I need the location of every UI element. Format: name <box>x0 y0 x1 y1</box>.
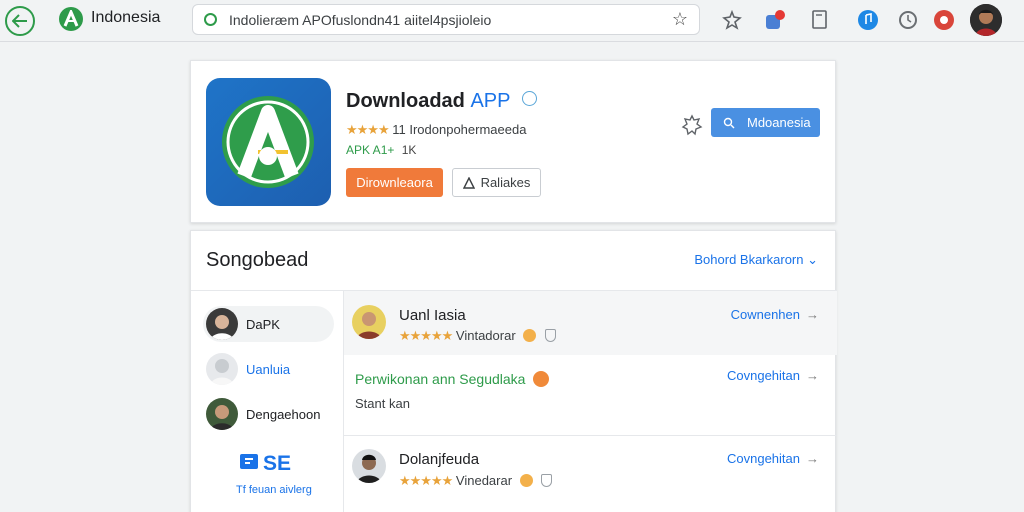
apk-label: APK A1+ <box>346 143 395 157</box>
rating-stars: ★★★★ <box>346 122 390 137</box>
action-label: Cownenhen <box>730 307 800 322</box>
review-title: Perwikonan ann Segudlaka <box>355 371 550 387</box>
related-button[interactable]: Raliakes <box>452 168 541 197</box>
app-logo[interactable] <box>59 7 83 31</box>
shield-icon <box>541 474 553 487</box>
music-icon[interactable] <box>857 9 879 31</box>
user-avatar <box>206 353 238 385</box>
chat-icon <box>240 454 258 469</box>
app-title-main: Downloadad <box>346 90 465 112</box>
reviewer-name: Uanl Iasia <box>399 307 466 324</box>
verified-icon <box>522 91 538 106</box>
reviewer-avatar <box>352 305 386 339</box>
app-rating: ★★★★ 11 Irodonpohermaeeda <box>346 122 526 138</box>
region-search-button[interactable]: Mdoanesia <box>711 108 820 137</box>
sidebar-item-dapk[interactable]: DaPK <box>203 306 334 342</box>
related-icon <box>462 176 475 189</box>
app-title-suffix: APP <box>470 90 511 112</box>
review-item[interactable]: Uanl Iasia ★★★★★ Vintadorar Cownenhen → <box>344 291 837 355</box>
lock-icon <box>204 13 217 26</box>
review-body: Stant kan <box>355 396 410 411</box>
url-bar[interactable]: Indolieræm APOfuslondn41 aiitel4psjiolei… <box>192 4 700 35</box>
apk-count: 1K <box>401 143 417 157</box>
record-icon[interactable] <box>933 9 955 31</box>
browser-toolbar: Indonesia Indolieræm APOfuslondn41 aiite… <box>0 0 1024 42</box>
sidebar-item-label: Dengaehoon <box>246 406 321 422</box>
arrow-right-icon: → <box>806 307 819 322</box>
related-label: Raliakes <box>480 175 531 190</box>
emoji-icon <box>519 474 533 487</box>
rating-stars: ★★★★★ <box>399 328 453 343</box>
settings-gear-icon[interactable] <box>681 114 703 136</box>
app-icon <box>206 78 331 206</box>
search-icon <box>723 117 735 128</box>
review-item[interactable]: Dolanjfeuda ★★★★★ Vinedarar Covngehitan → <box>344 436 837 512</box>
notification-icon[interactable] <box>764 9 786 31</box>
region-label: Mdoanesia <box>747 115 811 130</box>
user-avatar <box>206 308 238 340</box>
review-rating: ★★★★★ Vinedarar <box>399 473 553 489</box>
user-avatar <box>206 398 238 430</box>
app-title: Downloadad APP <box>346 90 538 113</box>
review-action-link[interactable]: Covngehitan → <box>727 368 819 383</box>
reviewer-name: Dolanjfeuda <box>399 451 480 468</box>
rating-text: 11 Irodonpohermaeeda <box>392 122 527 137</box>
reviews-heading: Songobead <box>206 249 309 271</box>
bookmark-star-icon[interactable]: ☆ <box>672 10 688 28</box>
review-action-link[interactable]: Covngehitan → <box>727 451 819 466</box>
download-button[interactable]: Dirownleaora <box>346 168 443 197</box>
review-title-text: Perwikonan ann Segudlaka <box>355 371 526 387</box>
sidebar-logo-text: SE <box>263 452 292 475</box>
emoji-icon <box>523 329 537 342</box>
site-title[interactable]: Indonesia <box>91 9 160 27</box>
review-meta: Vinedarar <box>455 473 513 488</box>
sidebar-item-uanluia[interactable]: Uanluia <box>203 351 334 387</box>
review-rating: ★★★★★ Vintadorar <box>399 328 556 344</box>
reviewer-avatar <box>352 449 386 483</box>
action-label: Covngehitan <box>727 368 800 383</box>
app-info-card: Downloadad APP ★★★★ 11 Irodonpohermaeeda… <box>190 60 836 223</box>
url-text[interactable]: Indolieræm APOfuslondn41 aiitel4psjiolei… <box>229 12 491 28</box>
history-icon[interactable] <box>897 9 919 31</box>
apk-info: APK A1+ 1K <box>346 143 416 157</box>
document-icon[interactable] <box>809 9 831 31</box>
heart-icon <box>533 371 550 387</box>
reviews-filter-link[interactable]: Bohord Bkarkarorn ⌄ <box>694 252 818 268</box>
review-item[interactable]: Perwikonan ann Segudlaka Stant kan Covng… <box>344 355 837 435</box>
sidebar-footer-link[interactable]: Tf feuan aivlerg <box>236 484 312 496</box>
sidebar-item-label: Uanluia <box>246 361 291 377</box>
review-action-link[interactable]: Cownenhen → <box>731 307 819 322</box>
sidebar-logo[interactable]: SE <box>239 452 293 475</box>
action-label: Covngehitan <box>727 451 800 466</box>
arrow-right-icon: → <box>806 451 819 466</box>
arrow-right-icon: → <box>806 368 819 383</box>
rating-stars: ★★★★★ <box>399 473 453 488</box>
back-icon[interactable] <box>5 6 35 36</box>
sidebar-item-label: DaPK <box>246 316 280 332</box>
puzzle-icon[interactable] <box>721 9 743 31</box>
shield-icon <box>544 329 556 342</box>
profile-avatar[interactable] <box>970 4 1002 36</box>
sidebar-item-dengaehoon[interactable]: Dengaehoon <box>203 396 334 432</box>
review-meta: Vintadorar <box>455 328 516 343</box>
reviews-card: Songobead Bohord Bkarkarorn ⌄ DaPK Uanlu… <box>190 230 837 512</box>
